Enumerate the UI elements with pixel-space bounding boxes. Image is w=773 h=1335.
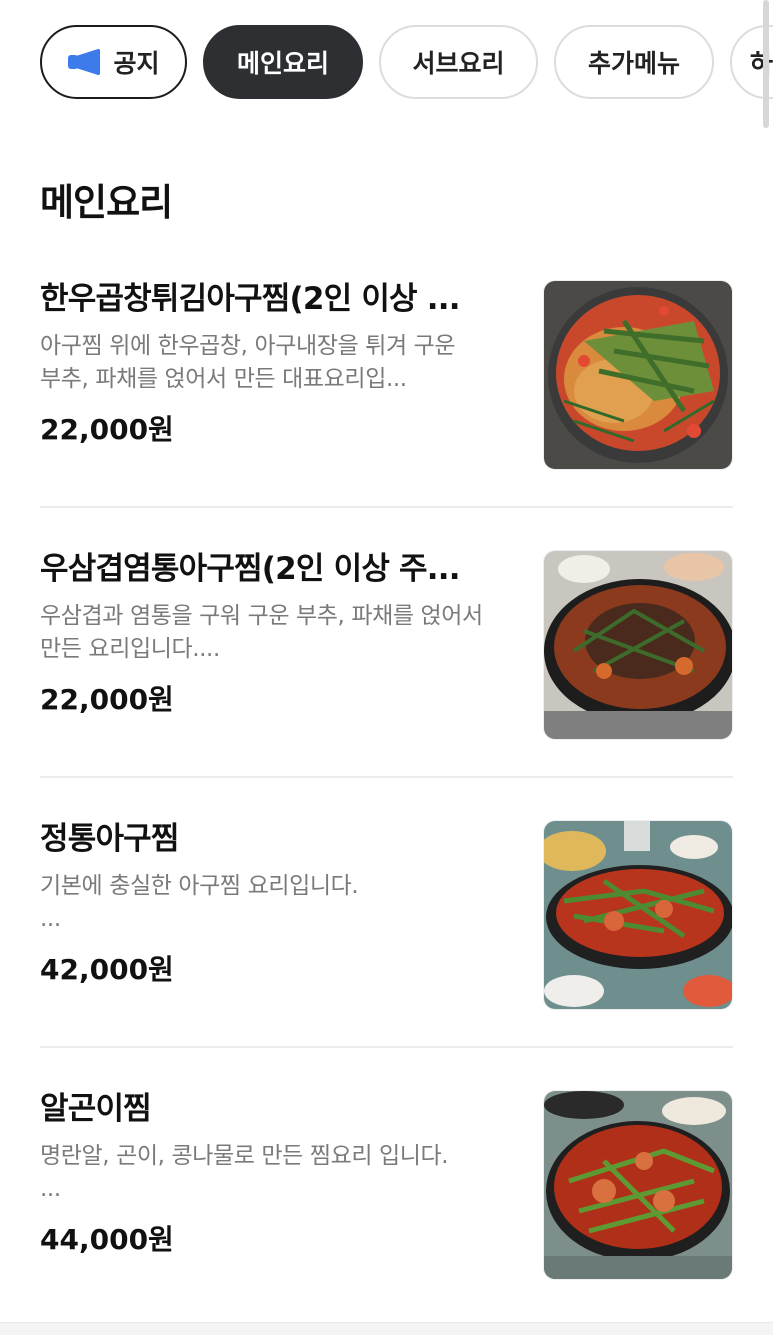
menu-item-description: 기본에 충실한 아구찜 요리입니다. ...: [40, 873, 359, 932]
tab-label: 하: [750, 49, 773, 78]
menu-item-photo[interactable]: [543, 1090, 733, 1280]
bottom-divider: [0, 1322, 773, 1335]
tab-main-dishes[interactable]: 메인요리: [203, 25, 363, 99]
menu-item[interactable]: 알곤이찜 명란알, 곤이, 콩나물로 만든 찜요리 입니다. ... 44,00…: [40, 1048, 733, 1318]
menu-item-price: 44,000원: [40, 1223, 174, 1256]
menu-item-price: 42,000원: [40, 953, 174, 986]
tab-extra-menu[interactable]: 추가메뉴: [554, 25, 714, 99]
menu-item-photo[interactable]: [543, 280, 733, 470]
menu-item[interactable]: 정통아구찜 기본에 충실한 아구찜 요리입니다. ... 42,000원: [40, 778, 733, 1048]
menu-item-text: 한우곱창튀김아구찜(2인 이상 ... 아구찜 위에 한우곱창, 아구내장을 튀…: [40, 276, 508, 450]
megaphone-icon: [68, 48, 101, 76]
menu-item-price: 22,000원: [40, 413, 174, 446]
menu-item-price: 22,000원: [40, 683, 174, 716]
tab-side-dishes[interactable]: 서브요리: [379, 25, 538, 99]
menu-item-description: 명란알, 곤이, 콩나물로 만든 찜요리 입니다. ...: [40, 1143, 449, 1202]
menu-item-name: 우삼겹염통아구찜(2인 이상 주...: [40, 551, 461, 587]
menu-item[interactable]: 우삼겹염통아구찜(2인 이상 주... 우삼겹과 염통을 구워 구운 부추, 파…: [40, 508, 733, 778]
menu-item-photo[interactable]: [543, 820, 733, 1010]
menu-item[interactable]: 한우곱창튀김아구찜(2인 이상 ... 아구찜 위에 한우곱창, 아구내장을 튀…: [40, 238, 733, 508]
menu-item-name: 알곤이찜: [40, 1091, 152, 1127]
menu-item-name: 한우곱창튀김아구찜(2인 이상 ...: [40, 281, 461, 317]
menu-list: 한우곱창튀김아구찜(2인 이상 ... 아구찜 위에 한우곱창, 아구내장을 튀…: [40, 238, 733, 1318]
menu-item-text: 정통아구찜 기본에 충실한 아구찜 요리입니다. ... 42,000원: [40, 816, 508, 990]
tab-label: 메인요리: [236, 49, 329, 78]
section-title: 메인요리: [40, 181, 173, 224]
scrollbar[interactable]: [763, 0, 769, 128]
menu-item-text: 우삼겹염통아구찜(2인 이상 주... 우삼겹과 염통을 구워 구운 부추, 파…: [40, 546, 508, 720]
tab-notice[interactable]: 공지: [40, 25, 187, 99]
menu-item-text: 알곤이찜 명란알, 곤이, 콩나물로 만든 찜요리 입니다. ... 44,00…: [40, 1086, 508, 1260]
category-tab-bar: 공지 메인요리 서브요리 추가메뉴 하: [40, 22, 773, 102]
menu-item-photo[interactable]: [543, 550, 733, 740]
menu-item-description: 우삼겹과 염통을 구워 구운 부추, 파채를 얹어서 만든 요리입니다....: [40, 603, 483, 662]
tab-label: 공지: [113, 49, 160, 78]
menu-item-name: 정통아구찜: [40, 821, 179, 857]
tab-label: 서브요리: [412, 49, 505, 78]
menu-item-description: 아구찜 위에 한우곱창, 아구내장을 튀겨 구운 부추, 파채를 얹어서 만든 …: [40, 333, 456, 392]
tab-label: 추가메뉴: [587, 49, 680, 78]
